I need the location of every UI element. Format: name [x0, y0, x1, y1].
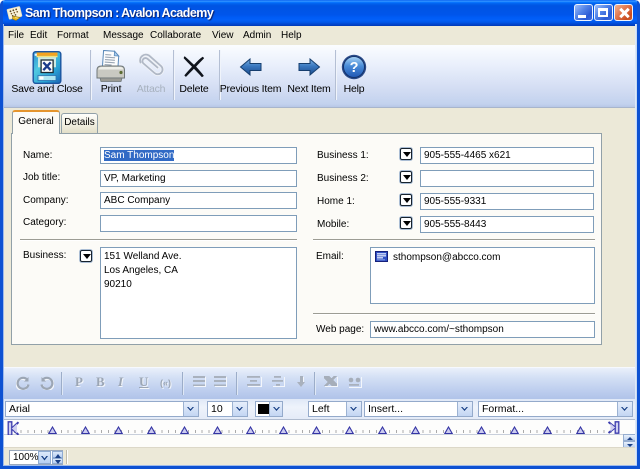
svg-text:?: ? — [350, 60, 359, 76]
